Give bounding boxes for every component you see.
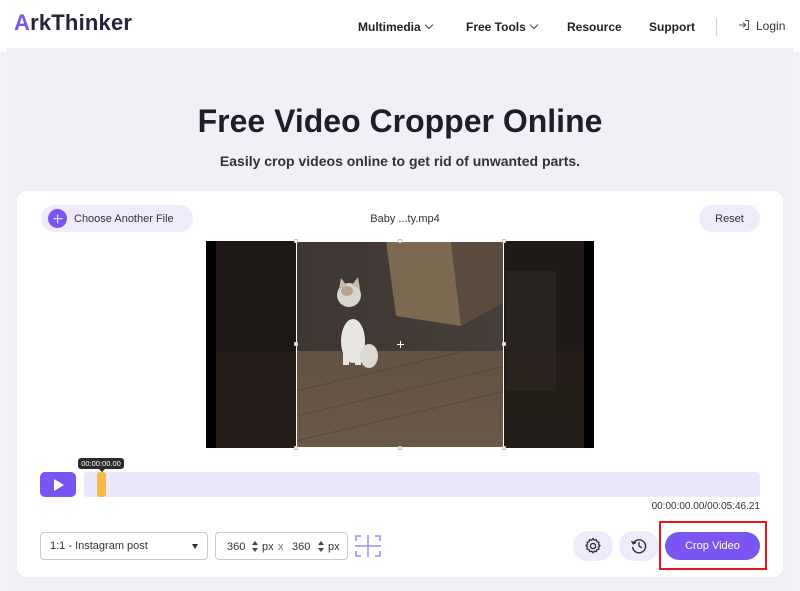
crop-handle-left[interactable] [294,342,298,346]
crop-handle-top-right[interactable] [502,239,506,243]
settings-icon [585,537,601,554]
reset-button[interactable]: Reset [699,205,760,232]
login-icon [739,19,750,31]
width-input[interactable]: 360 [227,541,245,553]
time-duration: 00:00:00.00/00:05:46.21 [651,501,760,512]
crop-size-inputs: 360 px x 360 px [215,532,348,560]
nav-support[interactable]: Support [649,20,695,34]
login-link[interactable]: Login [738,19,785,33]
height-input[interactable]: 360 [292,541,310,553]
page-subtitle: Easily crop videos online to get rid of … [219,153,581,169]
page-title: Free Video Cropper Online [197,103,603,139]
highlight-annotation [659,521,767,570]
current-time-tooltip: 00:00:00.00 [78,458,124,472]
site-header: ArkThinker Multimedia Free Tools Resourc… [0,0,800,52]
nav-free-tools[interactable]: Free Tools [466,20,539,34]
plus-icon [48,209,67,228]
height-unit: px [328,541,340,553]
dropdown-caret-icon [192,544,198,549]
nav-resource[interactable]: Resource [567,20,622,34]
crop-handle-top-left[interactable] [294,239,298,243]
history-icon [630,539,647,554]
chevron-down-icon [529,20,539,30]
width-unit: px [262,541,274,553]
crop-center-crosshair [397,341,404,348]
crop-handle-bottom-right[interactable] [502,446,506,450]
timeline-track[interactable] [84,472,760,497]
settings-button[interactable] [573,531,613,561]
aspect-ratio-select[interactable]: 1:1 - Instagram post [40,532,208,560]
crop-handle-bottom-left[interactable] [294,446,298,450]
crop-handle-top[interactable] [398,239,402,243]
nav-divider [716,18,717,36]
arkthinker-logo[interactable]: ArkThinker [14,10,132,36]
crop-center-icon[interactable] [354,533,382,559]
crop-handle-right[interactable] [502,342,506,346]
times-sign: x [278,541,284,553]
width-stepper[interactable] [252,541,258,553]
crop-handle-bottom[interactable] [398,446,402,450]
choose-another-file-button[interactable]: Choose Another File [41,205,193,232]
play-button[interactable] [40,472,76,497]
chevron-down-icon [424,20,433,30]
file-name: Baby ...ty.mp4 [370,213,440,225]
history-button[interactable] [619,531,659,561]
height-stepper[interactable] [318,541,324,553]
playhead-handle[interactable] [97,472,106,497]
nav-multimedia[interactable]: Multimedia [358,20,433,34]
